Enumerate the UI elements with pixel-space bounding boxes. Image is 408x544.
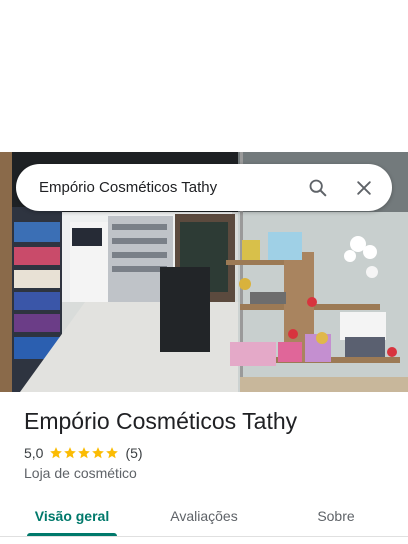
tab-label: Visão geral (34, 508, 110, 524)
rating-row[interactable]: 5,0 (5) (24, 444, 143, 462)
rating-score: 5,0 (24, 445, 44, 461)
tab-bar: Visão geral Avaliações Sobre (0, 496, 408, 536)
tab-about[interactable]: Sobre (296, 496, 376, 536)
star-icon (106, 447, 119, 459)
search-button[interactable] (298, 168, 338, 208)
close-icon (357, 180, 371, 195)
place-title: Empório Cosméticos Tathy (24, 408, 298, 434)
search-input[interactable]: Empório Cosméticos Tathy (16, 179, 298, 196)
search-icon (309, 179, 327, 196)
tab-reviews[interactable]: Avaliações (158, 496, 250, 536)
star-icon (92, 447, 105, 459)
review-count[interactable]: (5) (125, 445, 142, 461)
rating-stars (49, 446, 119, 460)
star-icon (78, 447, 91, 459)
tab-overview[interactable]: Visão geral (27, 496, 117, 536)
place-sheet: Empório Cosméticos Tathy Empório Cosméti… (0, 0, 408, 544)
place-category: Loja de cosmético (24, 465, 137, 481)
tab-label: Avaliações (170, 508, 238, 524)
tab-divider (0, 536, 408, 537)
star-icon (64, 447, 77, 459)
star-icon (50, 447, 63, 459)
search-bar[interactable]: Empório Cosméticos Tathy (16, 164, 392, 211)
tab-label: Sobre (317, 508, 355, 524)
close-button[interactable] (344, 168, 384, 208)
